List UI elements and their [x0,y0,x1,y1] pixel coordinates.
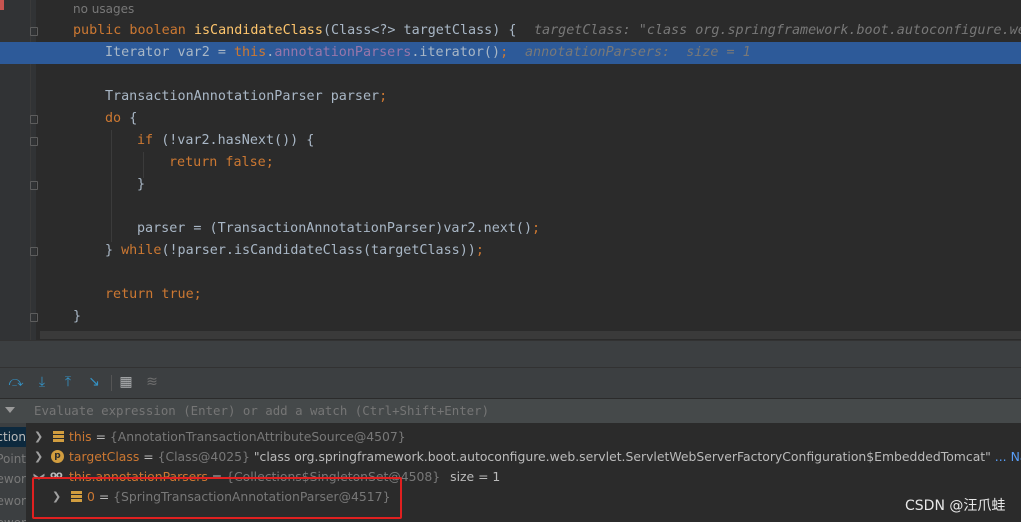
fold-marker-icon[interactable] [30,27,38,36]
trace-icon[interactable]: ≋ [144,374,160,390]
code-line[interactable] [0,64,1021,86]
variable-value: "class org.springframework.boot.autoconf… [253,449,991,464]
tool-window-divider[interactable] [0,340,1021,368]
variable-row[interactable]: ❯ this = {AnnotationTransactionAttribute… [26,427,1021,447]
usage-hint: no usages [73,2,135,16]
frame-item[interactable]: Point [0,449,26,469]
code-token: ; [379,89,388,104]
indent-guide [143,152,144,178]
code-line[interactable]: if (!var2.hasNext()) { [0,130,1021,152]
code-token: (!var2.hasNext()) { [161,133,315,148]
code-token: this [234,45,267,60]
code-token: ; [532,221,541,236]
variable-name: targetClass [69,449,140,464]
run-to-cursor-icon[interactable]: ↘ [86,374,102,390]
code-token: TransactionAnnotationParser parser [105,89,380,104]
code-line[interactable]: } while(!parser.isCandidateClass(targetC… [0,240,1021,262]
evaluate-table-icon[interactable]: ▦ [118,374,134,390]
execution-marker-icon [0,0,4,10]
inline-debug-value: annotationParsers: size = 1 [525,45,751,60]
chevron-right-icon[interactable]: ❯ [34,427,44,447]
code-line[interactable]: } [0,306,1021,328]
code-token: return false; [169,155,274,170]
variable-size: size = 1 [450,469,501,484]
toolbar-separator [111,375,112,391]
code-line[interactable]: parser = (TransactionAnnotationParser)va… [0,218,1021,240]
variable-row[interactable]: ❯ p targetClass = {Class@4025} "class or… [26,447,1021,467]
code-token: parser = (TransactionAnnotationParser)va… [137,221,533,236]
code-token: return true; [105,287,202,302]
fold-marker-icon[interactable] [30,115,38,124]
code-token: } [73,309,82,324]
watermark: CSDN @汪爪蛙 [905,498,1006,514]
highlight-annotation-box [32,477,402,519]
navigate-link[interactable]: Navigate [1011,449,1021,464]
step-into-icon[interactable]: ⤓ [34,374,50,390]
code-token: do [105,111,130,126]
variable-ellipsis: ... [994,449,1007,464]
frame-item[interactable]: ction [0,427,26,447]
frame-item[interactable]: ewor [0,491,26,511]
code-editor[interactable]: no usages public boolean isCandidateClas… [0,0,1021,340]
code-token: (Class<?> targetClass) { [322,23,517,38]
code-line[interactable]: TransactionAnnotationParser parser; [0,86,1021,108]
chevron-down-icon[interactable] [5,407,15,413]
code-token: if [137,133,162,148]
code-token: } [137,177,146,192]
code-token: ; [500,45,509,60]
evaluate-bar [0,399,1021,423]
code-token: isCandidateClass [193,23,323,38]
variable-type: {AnnotationTransactionAttributeSource@45… [109,429,406,444]
code-line[interactable] [0,196,1021,218]
horizontal-scrollbar[interactable] [40,331,1021,339]
field-icon [53,431,64,442]
frames-panel[interactable]: ction Point ewor ewor ewor [0,423,26,522]
frame-item[interactable]: ewor [0,469,26,489]
variable-name: this [69,429,92,444]
code-line[interactable]: return false; [0,152,1021,174]
debugger-toolbar: ⤼ ⤓ ⤒ ↘ ▦ ≋ [0,368,1021,398]
code-line[interactable]: do { [0,108,1021,130]
code-token: .iterator() [411,45,501,60]
fold-marker-icon[interactable] [30,181,38,190]
code-line[interactable]: return true; [0,284,1021,306]
code-line-current[interactable]: Iterator var2 = this.annotationParsers.i… [0,42,1021,64]
code-token: while [121,243,162,258]
indent-guide [111,130,112,242]
code-token: ; [475,243,484,258]
fold-marker-icon[interactable] [30,247,38,256]
code-line[interactable] [0,262,1021,284]
variable-type: {Class@4025} [157,449,250,464]
step-over-icon[interactable]: ⤼ [8,374,24,390]
code-line[interactable]: public boolean isCandidateClass(Class<?>… [0,20,1021,42]
code-token: (!parser.isCandidateClass(targetClass)) [161,243,476,258]
fold-marker-icon[interactable] [30,137,38,146]
code-token: annotationParsers [274,45,412,60]
step-out-icon[interactable]: ⤒ [60,374,76,390]
chevron-right-icon[interactable]: ❯ [34,447,44,467]
code-token: public boolean [73,23,194,38]
fold-marker-icon[interactable] [30,313,38,322]
parameter-icon: p [51,450,64,463]
evaluate-expression-input[interactable] [28,399,1021,423]
inline-debug-value: targetClass: "class org.springframework.… [534,23,1021,38]
code-token: { [129,111,138,126]
frame-item[interactable]: ewor [0,513,26,522]
code-line[interactable]: } [0,174,1021,196]
code-token: Iterator var2 = [105,45,234,60]
code-token: } [105,243,122,258]
